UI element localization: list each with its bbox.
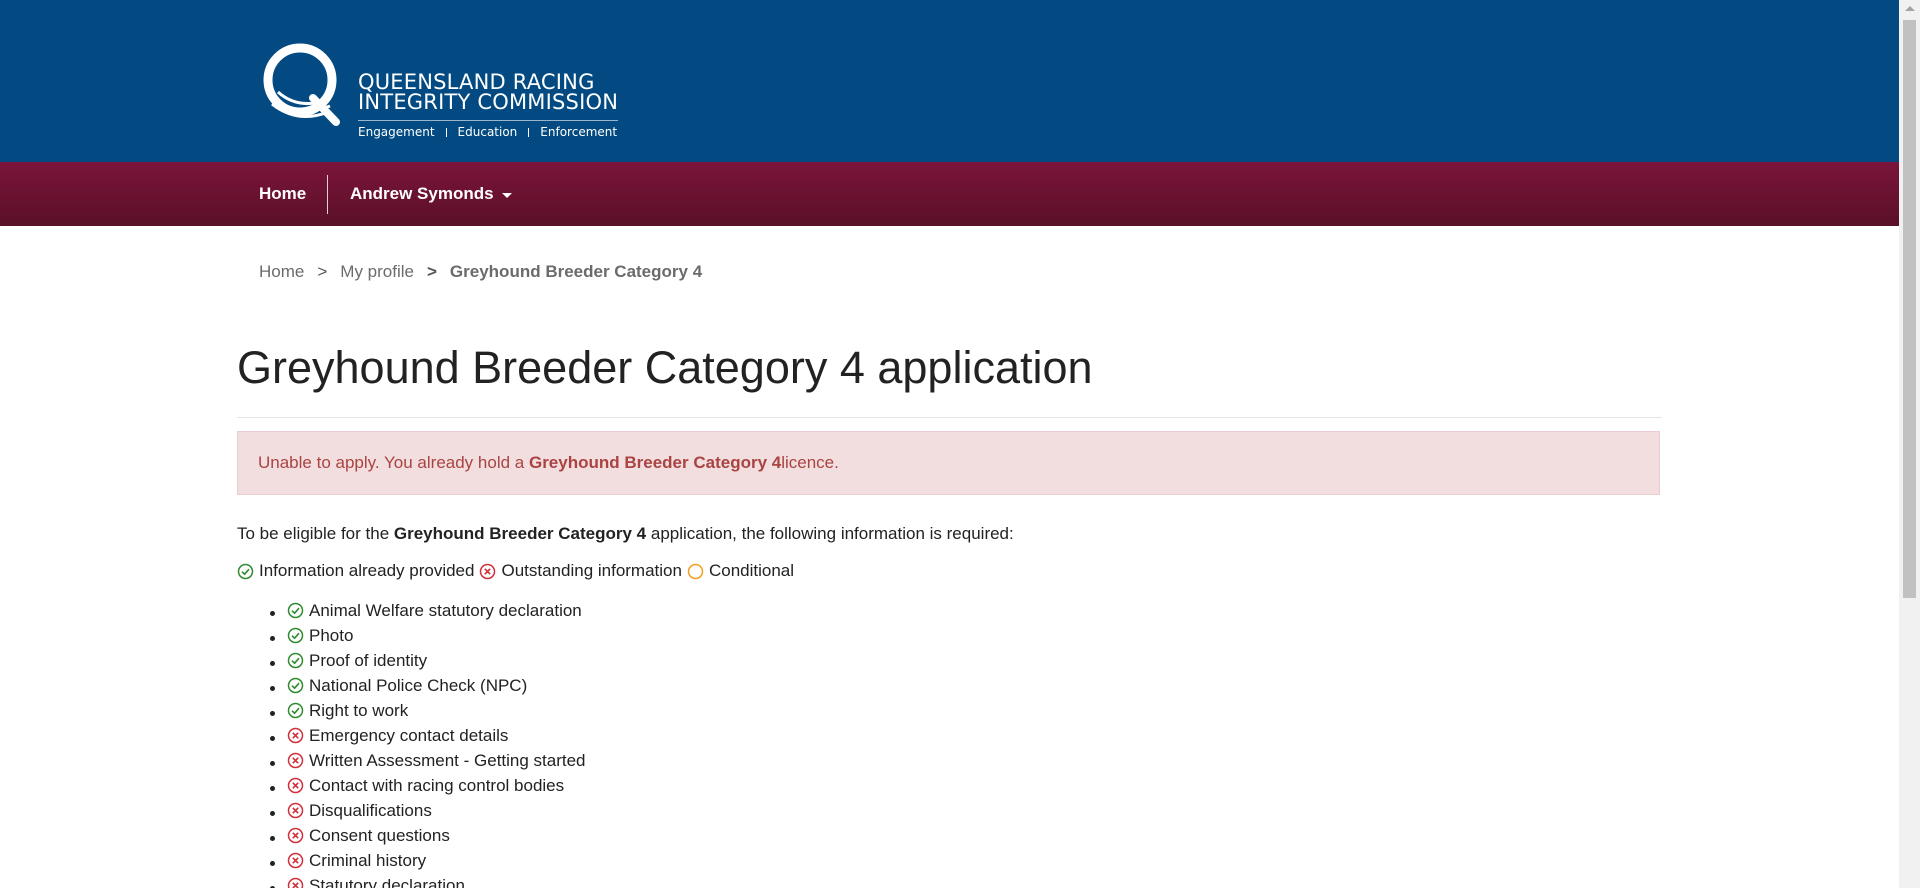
requirement-label: Written Assessment - Getting started [309,751,586,770]
tagline-enforcement: Enforcement [540,125,618,139]
x-circle-icon [287,752,304,769]
empty-circle-icon [687,563,704,580]
list-item: Disqualifications [287,798,586,823]
requirement-label: Photo [309,626,354,645]
x-circle-icon [287,727,304,744]
x-circle-icon [479,563,496,580]
intro-prefix: To be eligible for the [237,524,394,543]
requirement-label: Right to work [309,701,409,720]
requirements-list: Animal Welfare statutory declaration Pho… [237,598,586,888]
legend-provided-label: Information already provided [259,561,475,580]
x-circle-icon [287,802,304,819]
list-item: Statutory declaration [287,873,586,888]
breadcrumb-profile-link[interactable]: My profile [340,262,414,282]
nav-home-link[interactable]: Home [259,162,306,226]
check-circle-icon [237,563,254,580]
legend-outstanding: Outstanding information [479,561,682,581]
list-item: Consent questions [287,823,586,848]
legend-outstanding-label: Outstanding information [501,561,682,580]
x-circle-icon [287,777,304,794]
x-circle-icon [287,877,304,888]
legend-conditional: Conditional [687,561,794,581]
requirement-label: Animal Welfare statutory declaration [309,601,582,620]
tagline-separator [528,127,530,137]
logo-line-1: QUEENSLAND RACING [358,70,595,94]
breadcrumb-separator: > [317,262,328,281]
alert-suffix: licence. [781,453,839,472]
list-item: Animal Welfare statutory declaration [287,598,586,623]
list-item: Emergency contact details [287,723,586,748]
logo-tagline: Engagement Education Enforcement [358,120,619,139]
check-circle-icon [287,702,304,719]
caret-down-icon [501,192,512,198]
logo-text: QUEENSLAND RACING INTEGRITY COMMISSION E… [358,70,619,139]
logo-line-2: INTEGRITY COMMISSION [358,90,619,114]
list-item: Proof of identity [287,648,586,673]
user-menu-dropdown[interactable]: Andrew Symonds [350,162,512,226]
list-item: Written Assessment - Getting started [287,748,586,773]
requirement-label: Consent questions [309,826,450,845]
page-viewport: QUEENSLAND RACING INTEGRITY COMMISSION E… [0,0,1899,888]
scrollbar-thumb[interactable] [1903,20,1916,598]
breadcrumb-current: Greyhound Breeder Category 4 [449,262,703,281]
user-menu-label: Andrew Symonds [350,184,494,203]
list-item: National Police Check (NPC) [287,673,586,698]
status-legend: Information already provided Outstanding… [237,561,799,581]
check-circle-icon [287,602,304,619]
vertical-scrollbar[interactable] [1899,0,1920,888]
alert-licence: Greyhound Breeder Category 4 [528,453,782,472]
nav-divider [327,175,328,214]
requirement-label: Proof of identity [309,651,428,670]
tagline-engagement: Engagement [358,125,435,139]
requirement-label: Emergency contact details [309,726,509,745]
error-alert: Unable to apply. You already hold a Grey… [237,431,1660,495]
check-circle-icon [287,677,304,694]
breadcrumb-separator: > [426,262,437,281]
list-item: Right to work [287,698,586,723]
check-circle-icon [287,652,304,669]
scroll-up-arrow-icon[interactable] [1905,6,1915,11]
qric-logo-mark-icon [263,43,340,126]
site-header: QUEENSLAND RACING INTEGRITY COMMISSION E… [0,0,1899,162]
breadcrumb: Home > My profile > Greyhound Breeder Ca… [259,262,702,282]
title-divider [237,417,1662,418]
list-item: Contact with racing control bodies [287,773,586,798]
eligibility-intro: To be eligible for the Greyhound Breeder… [237,524,1014,544]
list-item: Photo [287,623,586,648]
x-circle-icon [287,827,304,844]
requirement-label: Criminal history [309,851,427,870]
legend-conditional-label: Conditional [708,561,795,580]
requirement-label: Contact with racing control bodies [309,776,565,795]
tagline-separator [445,127,447,137]
qric-logo[interactable]: QUEENSLAND RACING INTEGRITY COMMISSION E… [258,40,638,146]
x-circle-icon [287,852,304,869]
legend-provided: Information already provided [237,561,474,581]
breadcrumb-home-link[interactable]: Home [259,262,304,282]
intro-suffix: application, the following information i… [646,524,1014,543]
intro-licence: Greyhound Breeder Category 4 [393,524,647,543]
alert-prefix: Unable to apply. You already hold a [258,453,525,472]
check-circle-icon [287,627,304,644]
main-navbar: Home Andrew Symonds [0,162,1899,226]
requirement-label: Statutory declaration [309,876,465,888]
requirement-label: National Police Check (NPC) [309,676,528,695]
tagline-education: Education [457,125,518,139]
list-item: Criminal history [287,848,586,873]
page-title: Greyhound Breeder Category 4 application [237,342,1093,393]
requirement-label: Disqualifications [309,801,432,820]
